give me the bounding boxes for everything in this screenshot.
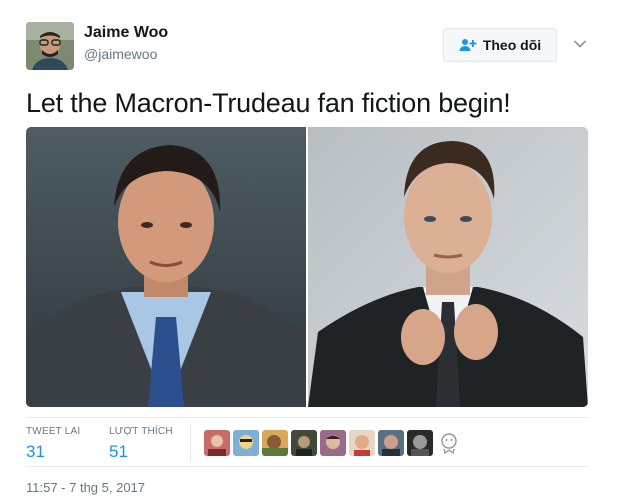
retweet-label: TWEET LẠI <box>26 426 81 437</box>
like-count[interactable]: 51 <box>109 442 173 462</box>
add-user-icon <box>459 38 477 52</box>
liker-avatar[interactable] <box>320 430 346 456</box>
tweet-header: Jaime Woo @jaimewoo Theo dõi <box>26 20 596 72</box>
follow-button-label: Theo dõi <box>482 37 542 53</box>
chevron-down-icon[interactable] <box>572 36 588 52</box>
like-stat[interactable]: LƯỢT THÍCH 51 <box>109 426 173 462</box>
avatar[interactable] <box>26 22 74 70</box>
like-label: LƯỢT THÍCH <box>109 426 173 437</box>
photo-right[interactable] <box>308 127 588 407</box>
retweet-count[interactable]: 31 <box>26 442 80 462</box>
follow-button[interactable]: Theo dõi <box>443 28 557 62</box>
liker-avatar[interactable] <box>349 430 375 456</box>
stats-divider <box>190 424 191 462</box>
liker-avatar[interactable] <box>233 430 259 456</box>
tweet-text: Let the Macron-Trudeau fan fiction begin… <box>26 88 511 118</box>
liker-avatar[interactable] <box>378 430 404 456</box>
photo-left[interactable] <box>26 127 306 407</box>
face-icon[interactable] <box>436 430 462 456</box>
liker-avatar[interactable] <box>407 430 433 456</box>
tweet-timestamp[interactable]: 11:57 - 7 thg 5, 2017 <box>26 480 145 495</box>
liker-avatars <box>204 430 462 456</box>
liker-avatar[interactable] <box>291 430 317 456</box>
liker-avatar[interactable] <box>204 430 230 456</box>
tweet-media[interactable] <box>26 127 588 407</box>
user-handle[interactable]: @jaimewoo <box>84 46 157 62</box>
retweet-stat[interactable]: TWEET LẠI 31 <box>26 426 80 462</box>
user-display-name[interactable]: Jaime Woo <box>84 24 168 42</box>
liker-avatar[interactable] <box>262 430 288 456</box>
tweet-stats: TWEET LẠI 31 LƯỢT THÍCH 51 <box>26 417 588 467</box>
